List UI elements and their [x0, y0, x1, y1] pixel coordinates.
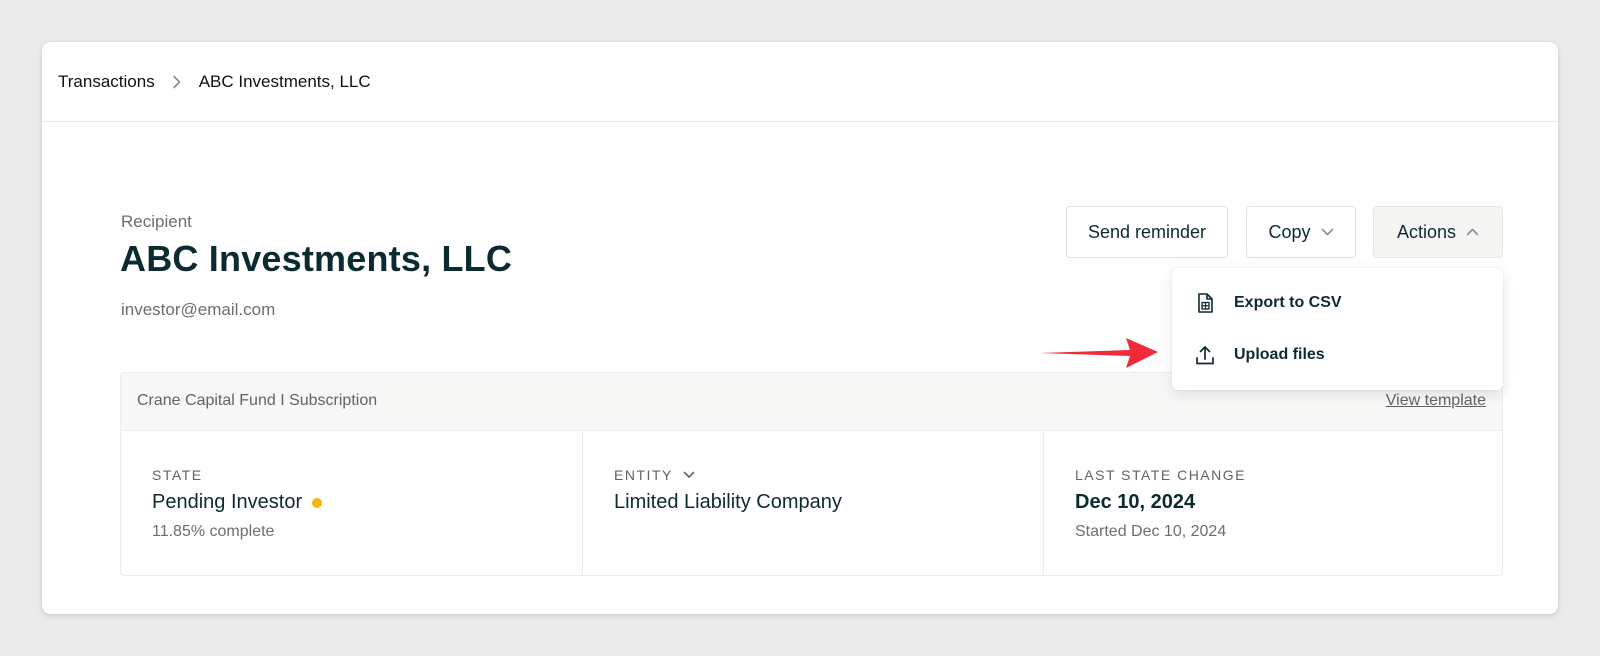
annotation-arrow-icon — [1040, 338, 1158, 368]
page-title: ABC Investments, LLC — [120, 238, 513, 279]
state-value: Pending Investor — [152, 491, 303, 513]
chevron-down-icon — [683, 471, 695, 479]
view-template-link[interactable]: View template — [1386, 392, 1486, 410]
breadcrumb-item-transactions[interactable]: Transactions — [58, 72, 155, 92]
state-column: STATE Pending Investor 11.85% complete — [121, 431, 582, 575]
started-date-text: Started Dec 10, 2024 — [1075, 523, 1227, 540]
state-value-row: Pending Investor — [152, 491, 323, 514]
recipient-label: Recipient — [121, 212, 192, 231]
export-csv-label: Export to CSV — [1234, 294, 1342, 311]
send-reminder-label: Send reminder — [1087, 221, 1207, 242]
copy-label: Copy — [1268, 221, 1311, 242]
subscription-title: Crane Capital Fund I Subscription — [137, 392, 378, 409]
breadcrumb-item-current[interactable]: ABC Investments, LLC — [199, 72, 371, 92]
chevron-up-icon — [1466, 228, 1479, 236]
entity-label: ENTITY — [614, 467, 673, 483]
entity-column: ENTITY Limited Liability Company — [582, 431, 1043, 575]
copy-button[interactable]: Copy — [1246, 206, 1356, 258]
chevron-down-icon — [1321, 228, 1334, 236]
last-state-change-value: Dec 10, 2024 — [1075, 491, 1196, 513]
actions-button[interactable]: Actions — [1373, 206, 1503, 258]
actions-label: Actions — [1396, 221, 1457, 242]
chevron-right-icon — [163, 72, 191, 92]
upload-icon — [1194, 344, 1216, 366]
breadcrumb: Transactions ABC Investments, LLC — [42, 42, 1558, 122]
last-state-change-label: LAST STATE CHANGE — [1075, 467, 1246, 483]
menu-item-upload-files[interactable]: Upload files — [1172, 330, 1503, 380]
state-label: STATE — [152, 467, 203, 483]
upload-files-label: Upload files — [1234, 346, 1325, 363]
last-state-change-column: LAST STATE CHANGE Dec 10, 2024 Started D… — [1043, 431, 1502, 575]
send-reminder-button[interactable]: Send reminder — [1066, 206, 1228, 258]
status-dot-icon — [312, 497, 323, 508]
subscription-panel: Crane Capital Fund I Subscription View t… — [120, 372, 1503, 576]
menu-item-export-csv[interactable]: Export to CSV — [1172, 278, 1503, 328]
recipient-email: investor@email.com — [121, 300, 276, 319]
completion-text: 11.85% complete — [152, 523, 275, 540]
entity-label-row[interactable]: ENTITY — [614, 467, 695, 483]
actions-dropdown-menu: Export to CSV Upload files — [1172, 268, 1503, 390]
entity-value: Limited Liability Company — [614, 491, 842, 513]
main-card: Transactions ABC Investments, LLC Recipi… — [42, 42, 1558, 614]
csv-file-icon — [1194, 292, 1216, 314]
